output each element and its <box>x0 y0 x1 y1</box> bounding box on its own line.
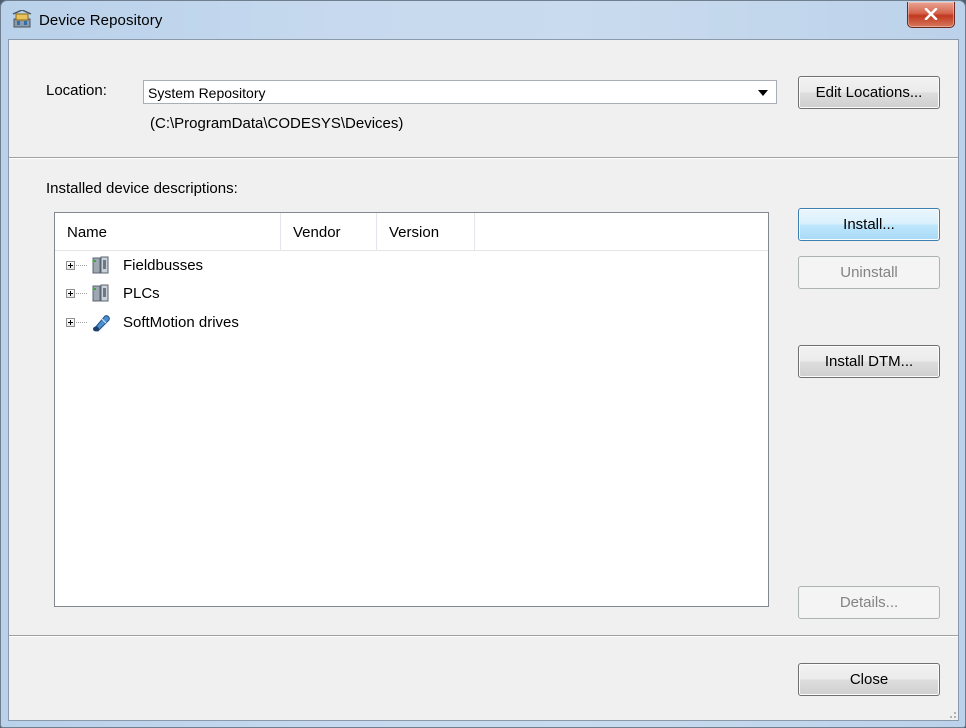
device-module-icon <box>92 284 109 302</box>
tree-node-fieldbusses[interactable]: Fieldbusses <box>55 253 768 281</box>
install-button[interactable]: Install... <box>798 208 940 241</box>
uninstall-button[interactable]: Uninstall <box>798 256 940 289</box>
column-header-vendor[interactable]: Vendor <box>281 213 377 250</box>
title-bar[interactable]: Device Repository <box>1 1 965 39</box>
close-button[interactable]: Close <box>798 663 940 696</box>
tree-node-softmotion-drives[interactable]: SoftMotion drives <box>55 310 768 338</box>
location-label: Location: <box>46 82 107 99</box>
expand-icon[interactable] <box>66 318 75 327</box>
device-repository-window: Device Repository Location: System Repos… <box>0 0 966 728</box>
column-header-version[interactable]: Version <box>377 213 475 250</box>
expand-icon[interactable] <box>66 261 75 270</box>
location-dropdown-value: System Repository <box>148 85 266 101</box>
column-header-name[interactable]: Name <box>55 213 281 250</box>
location-dropdown[interactable]: System Repository <box>143 80 777 104</box>
edit-locations-button[interactable]: Edit Locations... <box>798 76 940 109</box>
install-dtm-button[interactable]: Install DTM... <box>798 345 940 378</box>
tree-node-label: SoftMotion drives <box>123 314 239 331</box>
window-close-button[interactable] <box>907 2 955 28</box>
installed-descriptions-label: Installed device descriptions: <box>46 180 238 197</box>
dialog-body: Location: System Repository (C:\ProgramD… <box>8 39 959 721</box>
tree-node-plcs[interactable]: PLCs <box>55 281 768 309</box>
details-button[interactable]: Details... <box>798 586 940 619</box>
expand-icon[interactable] <box>66 289 75 298</box>
device-module-icon <box>92 256 109 274</box>
tree-connector <box>76 322 87 323</box>
device-repository-app-icon <box>12 10 32 28</box>
separator-top <box>9 157 958 159</box>
motion-drive-icon <box>93 315 110 332</box>
tree-node-label: PLCs <box>123 285 160 302</box>
window-title: Device Repository <box>39 12 163 29</box>
resize-grip-icon[interactable] <box>946 708 956 718</box>
device-descriptions-tree[interactable]: Name Vendor Version Fieldbusses PLCs Sof… <box>54 212 769 607</box>
tree-column-header: Name Vendor Version <box>55 213 768 251</box>
tree-connector <box>76 293 87 294</box>
chevron-down-icon <box>758 90 768 96</box>
separator-bottom <box>9 635 958 637</box>
close-icon <box>924 8 938 20</box>
tree-node-label: Fieldbusses <box>123 257 204 274</box>
tree-connector <box>76 265 87 266</box>
location-path: (C:\ProgramData\CODESYS\Devices) <box>150 115 404 132</box>
